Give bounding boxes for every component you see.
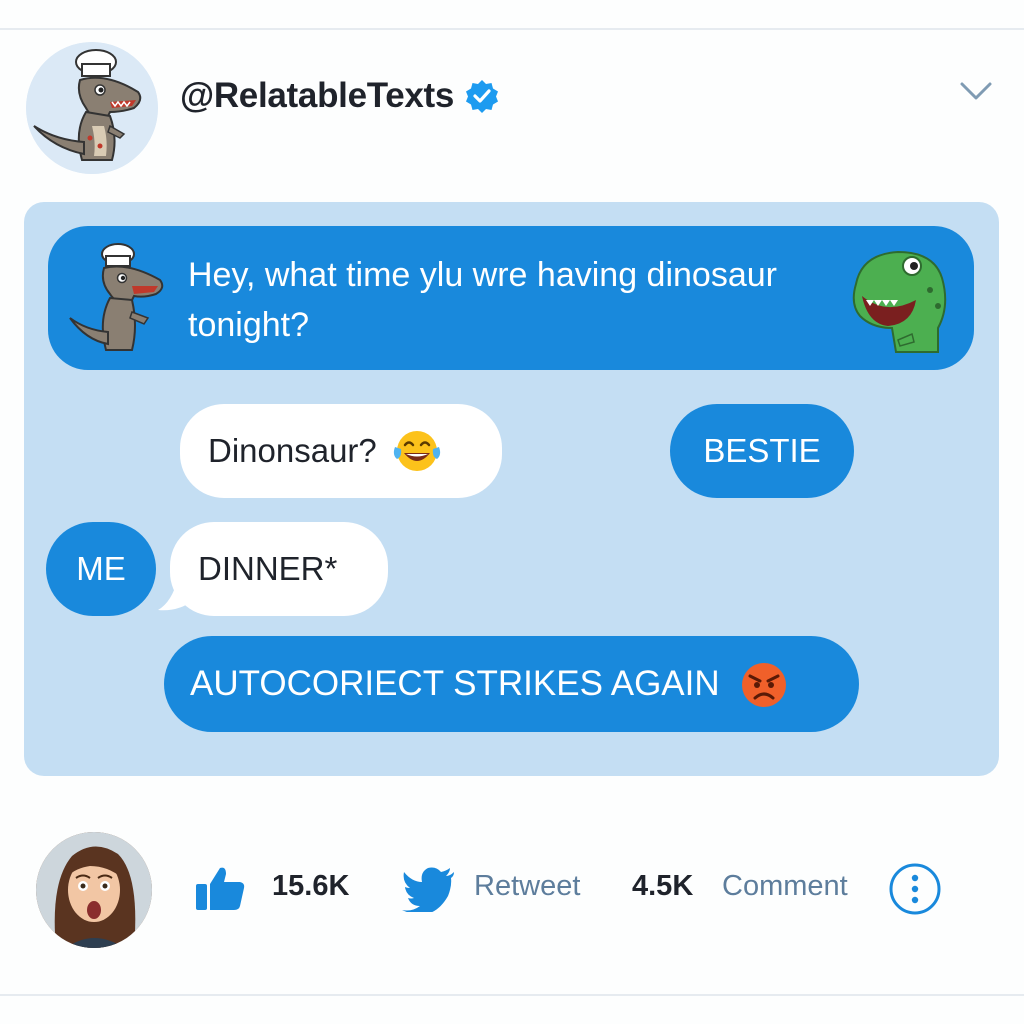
chef-dinosaur-icon — [26, 42, 158, 174]
autocorrect-banner-text: AUTOCORIECT STRIKES AGAIN — [190, 664, 720, 703]
comment-button[interactable]: Comment — [722, 870, 848, 903]
first-message-text: Hey, what time ylu wre having dinosaur t… — [188, 256, 777, 344]
bird-icon[interactable] — [402, 866, 456, 912]
account-handle[interactable]: @RelatableTexts — [180, 76, 454, 116]
top-divider — [0, 28, 1024, 30]
chevron-down-icon[interactable] — [956, 76, 996, 108]
bottom-divider — [0, 994, 1024, 996]
reply-question-bubble: Dinonsaur? — [180, 404, 502, 498]
more-options-icon[interactable] — [888, 862, 942, 916]
me-label: ME — [46, 522, 156, 616]
verified-badge-icon — [466, 80, 499, 113]
chef-dinosaur-icon — [69, 243, 164, 351]
reply-question-text: Dinonsaur? — [208, 432, 377, 469]
angry-face-emoji — [741, 663, 786, 707]
laughing-tears-emoji — [393, 431, 440, 471]
surprised-woman-avatar — [36, 832, 152, 948]
handle-row: @RelatableTexts — [180, 74, 500, 118]
comment-count: 4.5K — [632, 870, 694, 902]
like-count: 15.6K — [272, 870, 350, 902]
thumbs-up-icon[interactable] — [194, 864, 246, 912]
correction-text: DINNER* — [198, 550, 338, 587]
profile-avatar[interactable] — [26, 42, 158, 174]
retweet-button[interactable]: Retweet — [474, 870, 580, 903]
correction-bubble: DINNER* — [170, 522, 388, 616]
autocorrect-banner: AUTOCORIECT STRIKES AGAIN — [164, 636, 859, 732]
user-avatar[interactable] — [36, 832, 152, 948]
tweet-post: @RelatableTexts Hey, what time ylu wre h… — [0, 0, 1024, 1024]
green-dinosaur-icon — [852, 250, 947, 353]
bestie-label: BESTIE — [670, 404, 854, 498]
